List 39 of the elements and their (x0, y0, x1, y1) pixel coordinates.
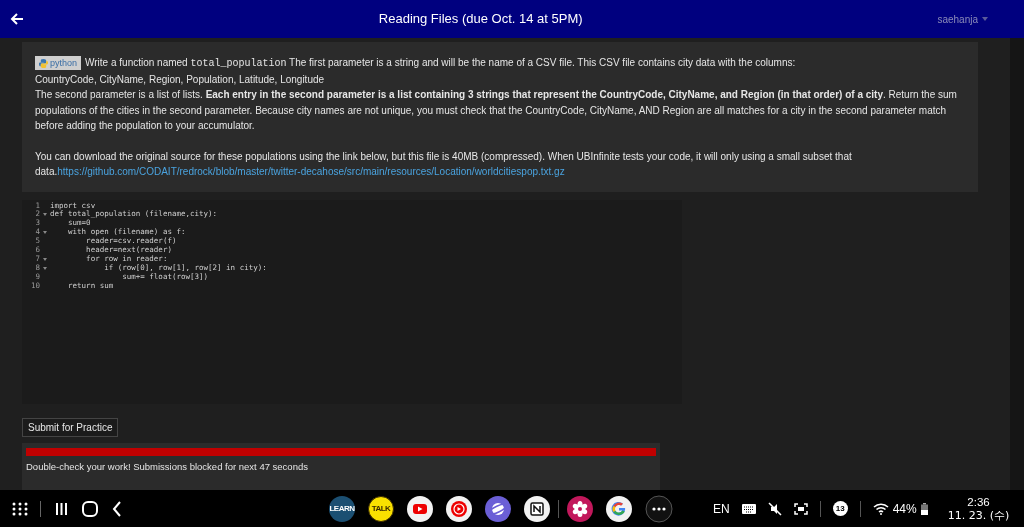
back-arrow-icon[interactable] (10, 12, 24, 26)
learn-app-icon[interactable]: LEARN (329, 495, 355, 522)
problem-paragraph: The second parameter is a list of lists. Each entry in the second parameter is a list containing 3 strings that represent the CountryCode, CityName, and Region (in that order) of a city. Return the sum populations of the cities in the second parameter. Because city names are not unique, you must check that the CountryCode, CityName, AND Region are all matches for a city in the second parameter match before adding the population to your accumulator. (35, 88, 958, 133)
columns-list: CountryCode, CityName, Region, Population, Latitude, Longitude (35, 71, 965, 87)
battery-percent: 44% (892, 500, 917, 518)
language-indicator[interactable]: EN (713, 499, 730, 518)
download-link[interactable]: https://github.com/CODAIT/redrock/blob/master/twitter-decahose/src/main/resources/Location/worldcitiespop.txt.gz (57, 166, 565, 177)
google-app-icon[interactable] (606, 495, 632, 522)
page-title: Reading Files (due Oct. 14 at 5PM) (378, 10, 583, 29)
notion-app-icon[interactable] (524, 495, 550, 522)
clock-time: 2:36 (967, 495, 990, 509)
screenshot-icon[interactable] (793, 502, 808, 515)
clock-date: 11. 23. (수) (947, 508, 1010, 522)
home-icon[interactable] (82, 500, 98, 517)
play-app-icon[interactable] (407, 495, 433, 522)
caret-icon (982, 17, 988, 21)
notification-badge: 13 (832, 501, 848, 516)
fold-icon[interactable] (43, 266, 47, 270)
wifi-icon (872, 502, 889, 515)
mute-icon[interactable] (767, 501, 782, 516)
submit-button[interactable]: Submit for Practice (22, 417, 119, 437)
app-grid-icon[interactable] (12, 501, 28, 516)
problem-intro: Write a function named total_population The first parameter is a string and will be the name of a CSV file. This CSV file contains city data with the columns: (85, 57, 796, 68)
fold-icon[interactable] (43, 231, 47, 235)
chat-app-icon[interactable]: TALK (368, 495, 394, 522)
music-app-icon[interactable] (446, 495, 472, 522)
download-paragraph: You can download the original source for these populations using the link below, but this file is 40MB (compressed). When UBInfinite tests your code, it will only using a small subset that data.https://github.com/CODAIT/redrock/blob/master/twitter-decahose/src/main/resources/Location/worldcitiespop.txt.gz (35, 149, 853, 179)
planet-app-icon[interactable] (485, 495, 511, 522)
more-icon[interactable] (645, 494, 673, 523)
keyboard-icon[interactable] (741, 503, 756, 514)
flower-app-icon[interactable] (567, 495, 593, 522)
user-menu[interactable]: saehanja (937, 11, 988, 27)
recents-icon[interactable] (55, 501, 68, 516)
python-badge: python (35, 56, 82, 71)
back-icon[interactable] (112, 500, 122, 517)
fold-icon[interactable] (43, 257, 47, 261)
result-message: Double-check your work! Submissions blocked for next 47 seconds (26, 459, 309, 474)
fold-icon[interactable] (43, 213, 47, 217)
battery-icon (920, 502, 928, 515)
